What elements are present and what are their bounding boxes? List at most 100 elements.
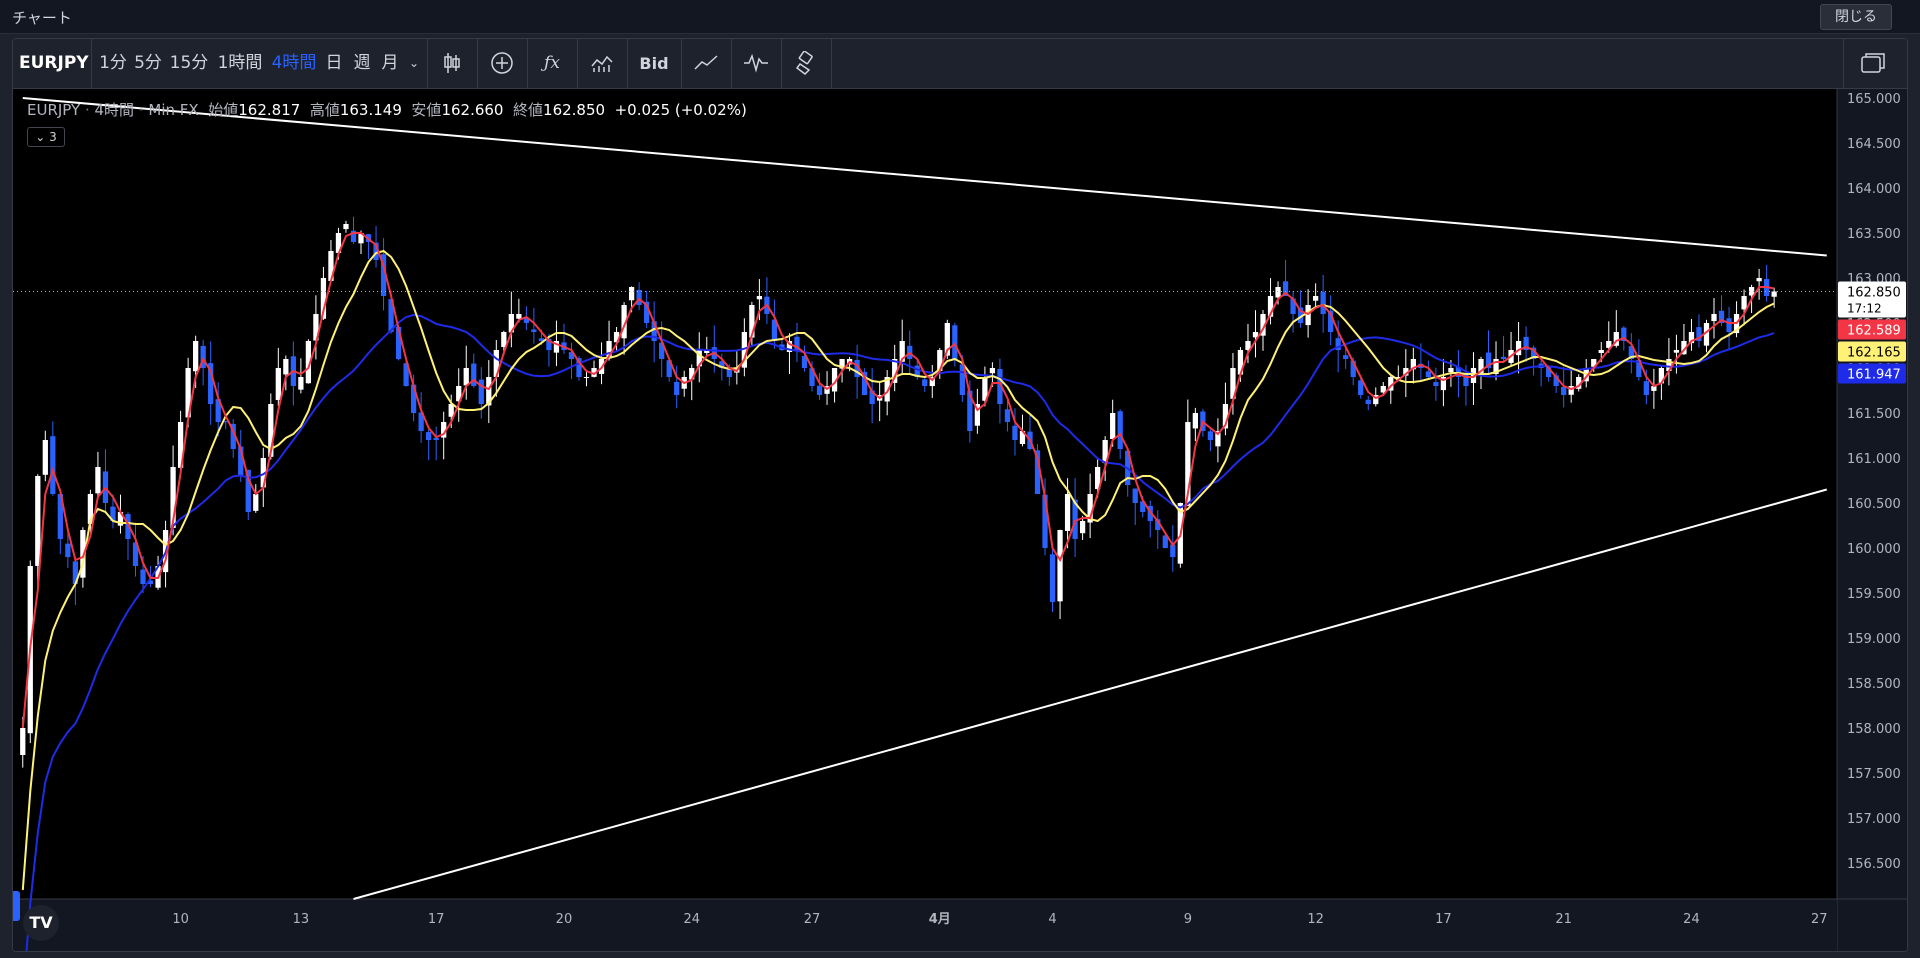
price-badge-value: 162.850 xyxy=(1847,286,1901,301)
y-tick-label: 160.500 xyxy=(1847,497,1901,512)
interval-week[interactable]: 週 xyxy=(349,39,375,88)
candle-body xyxy=(1207,431,1214,440)
candle-body xyxy=(1192,413,1198,429)
interval-1h[interactable]: 1時間 xyxy=(213,39,267,88)
candles xyxy=(20,216,1777,768)
legend-close-label: 終値 xyxy=(513,101,544,119)
legend-low-label: 安値 xyxy=(411,101,442,119)
close-button[interactable]: 閉じる xyxy=(1820,4,1892,30)
y-tick-label: 161.500 xyxy=(1847,407,1901,422)
candle-body xyxy=(1132,488,1138,503)
candle-body xyxy=(298,377,304,390)
candle-body xyxy=(433,437,439,440)
legend-change: +0.025 (+0.02%) xyxy=(614,101,747,119)
candle-body xyxy=(1343,355,1349,359)
candle-body xyxy=(1049,554,1056,602)
ma-fast-line xyxy=(21,232,1775,729)
candle-body xyxy=(253,494,259,511)
interval-day[interactable]: 日 xyxy=(321,39,347,88)
candle-body xyxy=(20,728,26,755)
candle-body xyxy=(1741,296,1747,310)
chart-toolbar: EURJPY 1分 5分 15分 1時間 4時間 日 週 月 ⌄ ƒx Bid xyxy=(13,39,1907,89)
candle-body xyxy=(193,341,199,372)
legend-close: 162.850 xyxy=(543,101,606,119)
chart-area[interactable]: 165.000164.500164.000163.500163.000162.5… xyxy=(13,89,1907,951)
candle-body xyxy=(1561,386,1567,395)
price-badge-value: 162.589 xyxy=(1847,324,1901,339)
bid-button[interactable]: Bid xyxy=(631,39,677,88)
legend-open: 162.817 xyxy=(238,101,301,119)
add-indicator-icon[interactable] xyxy=(481,39,523,88)
fx-icon[interactable]: ƒx xyxy=(531,39,573,88)
waveform-icon[interactable] xyxy=(735,39,777,88)
candle-body xyxy=(816,385,823,395)
tradingview-logo-icon[interactable]: TV xyxy=(23,905,59,941)
symbol-button[interactable]: EURJPY xyxy=(19,39,89,88)
x-tick-label: 17 xyxy=(1435,912,1452,927)
candle-body xyxy=(426,432,432,440)
line-tool-icon[interactable] xyxy=(685,39,727,88)
x-tick-label: 4月 xyxy=(929,912,951,927)
candle-body xyxy=(1117,411,1123,449)
window-title: チャート xyxy=(12,9,72,27)
candle-body xyxy=(1004,409,1011,422)
candle-body xyxy=(636,289,642,305)
candle-body xyxy=(95,467,101,494)
candle-body xyxy=(1726,318,1732,332)
y-tick-label: 165.000 xyxy=(1847,92,1901,107)
layout-icon[interactable] xyxy=(1853,39,1893,88)
candle-body xyxy=(275,368,281,401)
price-chart[interactable]: 165.000164.500164.000163.500163.000162.5… xyxy=(13,89,1907,951)
candle-body xyxy=(35,476,41,566)
x-tick-label: 24 xyxy=(683,912,700,927)
candle-body xyxy=(1365,399,1371,404)
legend-open-label: 始値 xyxy=(208,101,239,119)
x-tick-label: 10 xyxy=(172,912,189,927)
interval-month[interactable]: 月 xyxy=(377,39,403,88)
x-tick-label: 4 xyxy=(1048,912,1056,927)
interval-15m[interactable]: 15分 xyxy=(167,39,211,88)
candle-body xyxy=(42,440,48,475)
legend-source: Min FX xyxy=(148,101,199,119)
x-tick-label: 27 xyxy=(804,912,821,927)
candle-body xyxy=(1012,425,1018,440)
interval-1m[interactable]: 1分 xyxy=(97,39,129,88)
y-tick-label: 156.500 xyxy=(1847,857,1901,872)
candle-body xyxy=(65,543,71,557)
candle-body xyxy=(1673,350,1680,353)
x-tick-label: 12 xyxy=(1307,912,1324,927)
interval-5m[interactable]: 5分 xyxy=(131,39,165,88)
candle-body xyxy=(1643,381,1649,395)
x-tick-label: 21 xyxy=(1555,912,1572,927)
candle-body xyxy=(952,325,958,359)
candle-body xyxy=(674,381,680,395)
y-tick-label: 158.500 xyxy=(1847,677,1901,692)
candle-body xyxy=(989,368,996,374)
candle-body xyxy=(50,436,56,494)
candle-body xyxy=(140,569,146,584)
candle-body xyxy=(283,359,289,375)
legend-symbol: EURJPY xyxy=(27,101,81,119)
scroll-handle[interactable] xyxy=(13,891,20,921)
candle-body xyxy=(1064,494,1071,531)
ma-slow-line xyxy=(25,313,1775,951)
brush-icon[interactable] xyxy=(785,39,827,88)
y-tick-label: 160.000 xyxy=(1847,542,1901,557)
chevron-down-icon[interactable]: ⌄ xyxy=(405,39,423,88)
y-tick-label: 164.500 xyxy=(1847,137,1901,152)
candles-icon[interactable] xyxy=(431,39,473,88)
candle-body xyxy=(516,314,522,319)
ohlc-legend: EURJPY · 4時間 · Min FX 始値162.817 高値163.14… xyxy=(27,101,747,119)
compare-icon[interactable] xyxy=(581,39,623,88)
candle-body xyxy=(1515,341,1522,356)
candle-body xyxy=(448,404,454,417)
legend-high-label: 高値 xyxy=(309,101,340,119)
y-tick-label: 158.000 xyxy=(1847,722,1901,737)
indicator-collapse-button[interactable]: ⌄ 3 xyxy=(27,127,65,147)
interval-4h[interactable]: 4時間 xyxy=(269,39,319,88)
candle-body xyxy=(628,287,635,301)
price-badge-value: 161.947 xyxy=(1847,368,1901,383)
candle-body xyxy=(922,379,928,386)
chevron-down-icon: ⌄ xyxy=(35,130,46,144)
candle-body xyxy=(531,329,537,332)
